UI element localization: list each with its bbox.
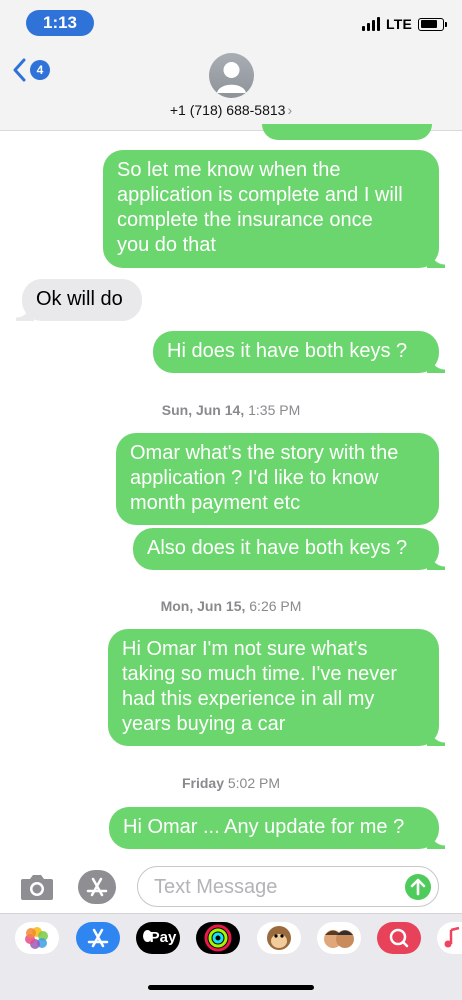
message-text: Hi Omar I'm not sure what's taking so mu… (122, 638, 398, 735)
timestamp-divider: Friday 5:02 PM (0, 775, 462, 791)
cellular-signal-icon (361, 17, 380, 31)
music-icon[interactable] (437, 922, 462, 954)
memoji-icon[interactable] (317, 922, 361, 954)
chevron-left-icon (13, 58, 26, 82)
network-type: LTE (385, 16, 412, 32)
apple-pay-icon[interactable]: Pay (136, 922, 180, 954)
timestamp-time: 6:26 PM (249, 598, 302, 614)
timestamp-day: Friday (181, 775, 224, 791)
person-silhouette-icon (217, 62, 246, 93)
monkey-memoji-icon[interactable] (257, 922, 301, 954)
arrow-up-icon (410, 878, 426, 896)
unread-count-badge: 4 (30, 60, 50, 80)
app-store-icon (86, 877, 108, 897)
conversation-header: 1:13 LTE 4 +1 (718) 688-5813 › (0, 0, 462, 131)
message-input[interactable]: Text Message (137, 866, 439, 907)
message-text: So let me know when the application is c… (117, 159, 403, 256)
message-bubble-outgoing[interactable]: Omar what's the story with the applicati… (116, 433, 439, 525)
photos-icon[interactable] (15, 922, 59, 954)
timestamp-time: 1:35 PM (248, 402, 301, 418)
back-button[interactable]: 4 (12, 58, 50, 82)
activity-icon[interactable] (196, 922, 240, 954)
message-input-placeholder: Text Message (154, 876, 278, 898)
chevron-right-icon: › (287, 102, 293, 118)
timestamp-divider: Mon, Jun 15, 6:26 PM (0, 598, 462, 614)
message-text: Ok will do (36, 288, 123, 310)
app-store-button[interactable] (78, 870, 116, 904)
message-bubble-outgoing[interactable]: So let me know when the application is c… (103, 150, 445, 268)
message-text: Also does it have both keys ? (147, 537, 408, 559)
search-images-icon[interactable] (377, 922, 421, 954)
message-text: Hi Omar ... Any update for me ? (123, 816, 405, 838)
send-button[interactable] (405, 874, 431, 900)
message-bubble-outgoing[interactable]: Hi does it have both keys ? (153, 331, 445, 373)
timestamp-day: Mon, Jun 15, (160, 598, 246, 614)
battery-icon (418, 17, 447, 31)
message-bubble-outgoing[interactable]: Hi Omar I'm not sure what's taking so mu… (108, 629, 445, 746)
message-bubble-incoming[interactable]: Ok will do (16, 279, 142, 321)
message-text: Hi does it have both keys ? (167, 340, 408, 362)
contact-phone-number: +1 (718) 688-5813 (169, 102, 286, 118)
timestamp-time: 5:02 PM (227, 775, 281, 791)
message-bubble-partial[interactable] (262, 124, 432, 140)
camera-icon[interactable] (20, 873, 54, 901)
status-indicators: LTE (361, 14, 447, 34)
app-store-icon[interactable] (76, 922, 120, 954)
message-text: Omar what's the story with the applicati… (130, 442, 399, 514)
message-bubble-outgoing[interactable]: Also does it have both keys ? (133, 528, 445, 570)
message-bubble-outgoing[interactable]: Hi Omar ... Any update for me ? (109, 807, 445, 849)
status-time: 1:13 (26, 10, 94, 36)
contact-name[interactable]: +1 (718) 688-5813 › (0, 102, 462, 118)
home-indicator[interactable] (148, 985, 314, 990)
timestamp-day: Sun, Jun 14, (161, 402, 245, 418)
timestamp-divider: Sun, Jun 14, 1:35 PM (0, 402, 462, 418)
contact-avatar[interactable] (209, 53, 254, 98)
